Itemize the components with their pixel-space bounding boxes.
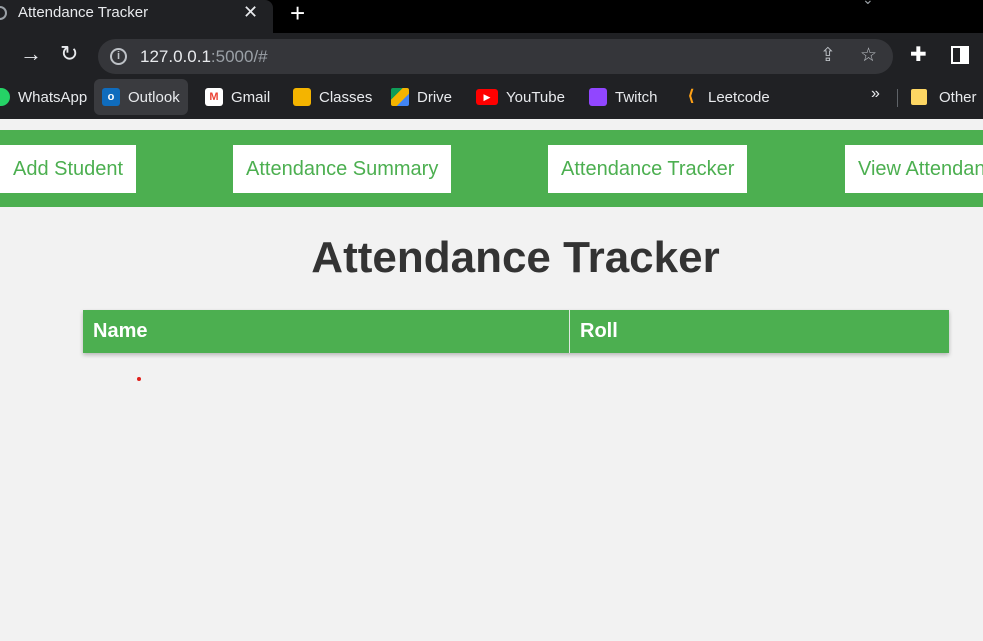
tab-strip: Attendance Tracker ✕ + ⌄ (0, 0, 983, 33)
bookmark-label: Leetcode (708, 88, 770, 106)
drive-icon (391, 88, 409, 106)
youtube-icon: ▶ (476, 89, 498, 105)
nav-attendance-tracker[interactable]: Attendance Tracker (548, 145, 748, 193)
page-title: Attendance Tracker (311, 233, 720, 282)
bookmark-classes[interactable]: Classes (293, 79, 372, 115)
page-top-margin (0, 119, 983, 130)
more-bookmarks-icon[interactable]: » (871, 85, 880, 103)
gmail-icon: M (205, 88, 223, 106)
new-tab-icon[interactable]: + (290, 0, 305, 27)
leetcode-icon: ⟨ (687, 88, 695, 105)
cursor-dot (137, 377, 141, 381)
bookmark-label: Other (939, 88, 977, 106)
bookmark-whatsapp[interactable]: WhatsApp (0, 79, 87, 115)
attendance-table: Name Roll (83, 310, 949, 353)
url-host: 127.0.0.1 (140, 47, 211, 66)
tab-title: Attendance Tracker (18, 4, 149, 21)
close-icon[interactable]: ✕ (243, 2, 258, 22)
folder-icon (911, 89, 927, 105)
classes-icon (293, 88, 311, 106)
bookmark-outlook[interactable]: o Outlook (94, 79, 188, 115)
outlook-icon: o (102, 88, 120, 106)
bookmark-label: Outlook (128, 88, 180, 106)
extensions-icon[interactable]: ✚ (910, 43, 927, 67)
browser-toolbar: → ↻ i 127.0.0.1:5000/# ⇪ ☆ ✚ (0, 33, 983, 79)
column-header-name: Name (83, 310, 570, 353)
globe-icon (0, 6, 7, 20)
bookmark-label: YouTube (506, 88, 565, 106)
bookmarks-divider (897, 89, 898, 107)
nav-view-attendance[interactable]: View Attendan (845, 145, 983, 193)
bookmark-label: Drive (417, 88, 453, 106)
forward-icon[interactable]: → (20, 41, 42, 67)
star-icon[interactable]: ☆ (860, 45, 877, 67)
twitch-icon (589, 88, 607, 106)
bookmark-leetcode[interactable]: ⟨ Leetcode (682, 79, 770, 115)
bookmark-other-folder[interactable]: Other (911, 79, 977, 115)
url-text[interactable]: 127.0.0.1:5000/# (140, 46, 268, 67)
whatsapp-icon (0, 88, 10, 106)
bookmark-twitch[interactable]: Twitch (589, 79, 658, 115)
bookmark-label: Twitch (615, 88, 658, 106)
bookmark-label: Classes (319, 88, 373, 106)
address-bar[interactable]: i 127.0.0.1:5000/# ⇪ ☆ (98, 39, 893, 74)
bookmark-gmail[interactable]: M Gmail (205, 79, 270, 115)
bookmark-label: WhatsApp (18, 88, 88, 106)
bookmark-label: Gmail (231, 88, 271, 106)
nav-attendance-summary[interactable]: Attendance Summary (233, 145, 452, 193)
column-header-roll: Roll (570, 310, 949, 353)
reload-icon[interactable]: ↻ (60, 41, 78, 67)
nav-add-student[interactable]: Add Student (0, 145, 137, 193)
info-icon[interactable]: i (110, 48, 127, 65)
url-path: :5000/# (210, 47, 268, 66)
bookmark-drive[interactable]: Drive (391, 79, 452, 115)
side-panel-icon[interactable] (951, 46, 969, 64)
bookmark-youtube[interactable]: ▶ YouTube (476, 79, 565, 115)
chevron-down-icon[interactable]: ⌄ (862, 0, 874, 8)
bookmarks-bar: WhatsApp o Outlook M Gmail Classes Drive… (0, 79, 983, 119)
site-navbar: Add Student Attendance Summary Attendanc… (0, 130, 983, 207)
browser-tab[interactable]: Attendance Tracker ✕ (0, 0, 273, 33)
share-icon[interactable]: ⇪ (820, 45, 836, 67)
